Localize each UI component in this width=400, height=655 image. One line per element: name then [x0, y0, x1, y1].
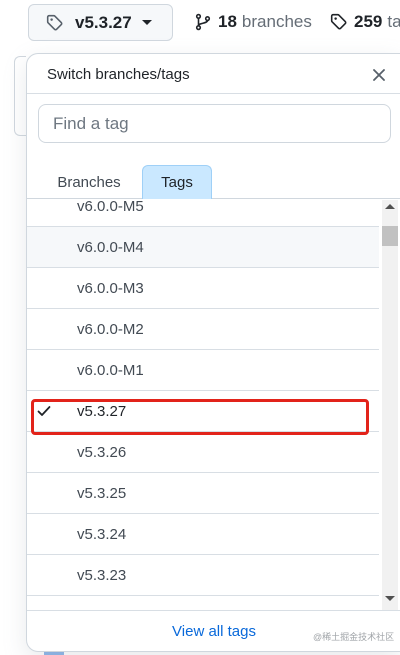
list-item[interactable]: v5.3.25 — [27, 473, 379, 514]
tag-name: v6.0.0-M1 — [77, 361, 144, 379]
list-item[interactable]: v6.0.0-M5 — [27, 200, 379, 227]
ref-switcher-panel: Switch branches/tags Branches Tags v6.0.… — [26, 53, 400, 652]
tag-icon — [45, 13, 65, 33]
list-scrollbar[interactable] — [382, 200, 398, 610]
close-icon[interactable] — [369, 65, 389, 85]
ref-tabs: Branches Tags — [27, 165, 400, 199]
list-item[interactable]: v6.0.0-M3 — [27, 268, 379, 309]
panel-footer: View all tags @稀土掘金技术社区 — [27, 610, 400, 651]
git-branch-icon — [195, 13, 211, 31]
find-tag-input[interactable] — [38, 104, 391, 143]
list-item[interactable]: v6.0.0-M1 — [27, 350, 379, 391]
tag-label: tags — [387, 12, 400, 31]
check-icon — [36, 403, 52, 419]
current-ref-label: v5.3.27 — [75, 12, 132, 32]
scroll-down-arrow-icon[interactable] — [385, 596, 395, 601]
tag-name: v5.3.26 — [77, 443, 127, 461]
tag-name: v6.0.0-M5 — [77, 200, 144, 215]
filter-section — [27, 94, 400, 158]
list-item[interactable]: v6.0.0-M2 — [27, 309, 379, 350]
branches-link[interactable]: 18 branches — [194, 10, 312, 34]
tag-name: v6.0.0-M3 — [77, 279, 144, 297]
tag-name: v6.0.0-M4 — [77, 238, 144, 256]
tag-count: 259 — [354, 12, 383, 31]
list-item[interactable]: v5.3.24 — [27, 514, 379, 555]
tag-name: v5.3.24 — [77, 525, 127, 543]
background-box-edge — [0, 48, 26, 138]
branch-count: 18 — [218, 12, 237, 31]
chevron-down-icon — [141, 20, 152, 25]
repo-topbar: v5.3.27 18 branches 259 tags — [0, 0, 400, 48]
tag-name: v5.3.23 — [77, 566, 127, 584]
list-item[interactable]: v5.3.26 — [27, 432, 379, 473]
tags-link[interactable]: 259 tags — [330, 10, 400, 34]
list-item[interactable]: v5.3.23 — [27, 555, 379, 596]
list-item[interactable]: v6.0.0-M4 — [27, 227, 379, 268]
list-item-selected[interactable]: v5.3.27 — [27, 391, 379, 432]
tab-branches[interactable]: Branches — [47, 165, 131, 199]
branch-label: branches — [241, 12, 312, 31]
tab-tags[interactable]: Tags — [142, 165, 212, 199]
scroll-up-arrow-icon[interactable] — [385, 204, 395, 209]
scroll-thumb[interactable] — [382, 226, 398, 246]
panel-header: Switch branches/tags — [27, 54, 400, 94]
panel-title: Switch branches/tags — [47, 66, 190, 83]
watermark: @稀土掘金技术社区 — [313, 632, 395, 642]
tag-name: v5.3.27 — [77, 402, 127, 420]
ref-selector-button[interactable]: v5.3.27 — [28, 4, 173, 41]
tag-list: v6.0.0-M5 v6.0.0-M4 v6.0.0-M3 v6.0.0-M2 … — [27, 200, 379, 600]
tag-icon — [330, 13, 347, 30]
tag-name: v6.0.0-M2 — [77, 320, 144, 338]
tag-name: v5.3.25 — [77, 484, 127, 502]
